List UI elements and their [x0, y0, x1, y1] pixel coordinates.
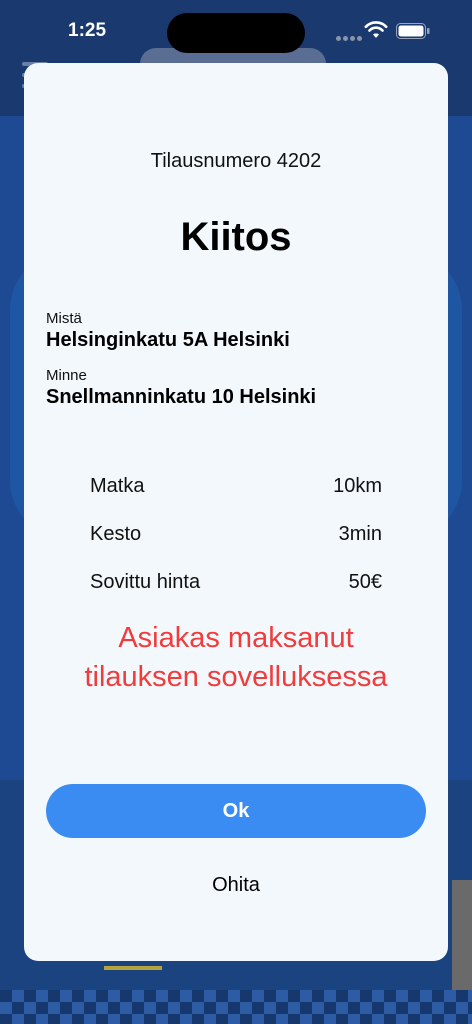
- detail-value: 3min: [338, 523, 382, 545]
- detail-row-price: Sovittu hinta 50€: [90, 571, 382, 601]
- skip-button[interactable]: Ohita: [174, 869, 298, 901]
- status-time: 1:25: [68, 20, 107, 41]
- to-label: Minne: [46, 367, 87, 384]
- payment-status-message: Asiakas maksanut tilauksen sovelluksessa: [84, 622, 388, 693]
- to-address: Snellmanninkatu 10 Helsinki: [46, 386, 317, 408]
- ok-button[interactable]: Ok: [46, 784, 426, 838]
- dynamic-island: [167, 13, 305, 53]
- signal-dots-icon: [336, 28, 364, 46]
- modal-title: Kiitos: [180, 215, 292, 259]
- status-bar: 1:25: [0, 0, 472, 60]
- order-number: Tilausnumero 4202: [150, 150, 322, 172]
- wifi-icon: [364, 21, 388, 38]
- detail-label: Kesto: [90, 523, 142, 545]
- battery-icon: [396, 23, 430, 39]
- order-summary-modal: Tilausnumero 4202 Kiitos Mistä Helsingin…: [24, 63, 448, 961]
- background-checker-pattern: [0, 990, 472, 1024]
- background-accent-line: [104, 966, 162, 970]
- detail-label: Matka: [90, 475, 145, 497]
- detail-row-duration: Kesto 3min: [90, 523, 382, 553]
- from-address: Helsinginkatu 5A Helsinki: [46, 329, 290, 351]
- detail-value: 50€: [348, 571, 382, 593]
- detail-value: 10km: [333, 475, 382, 497]
- detail-label: Sovittu hinta: [90, 571, 201, 593]
- from-label: Mistä: [46, 310, 82, 327]
- detail-row-distance: Matka 10km: [90, 475, 382, 505]
